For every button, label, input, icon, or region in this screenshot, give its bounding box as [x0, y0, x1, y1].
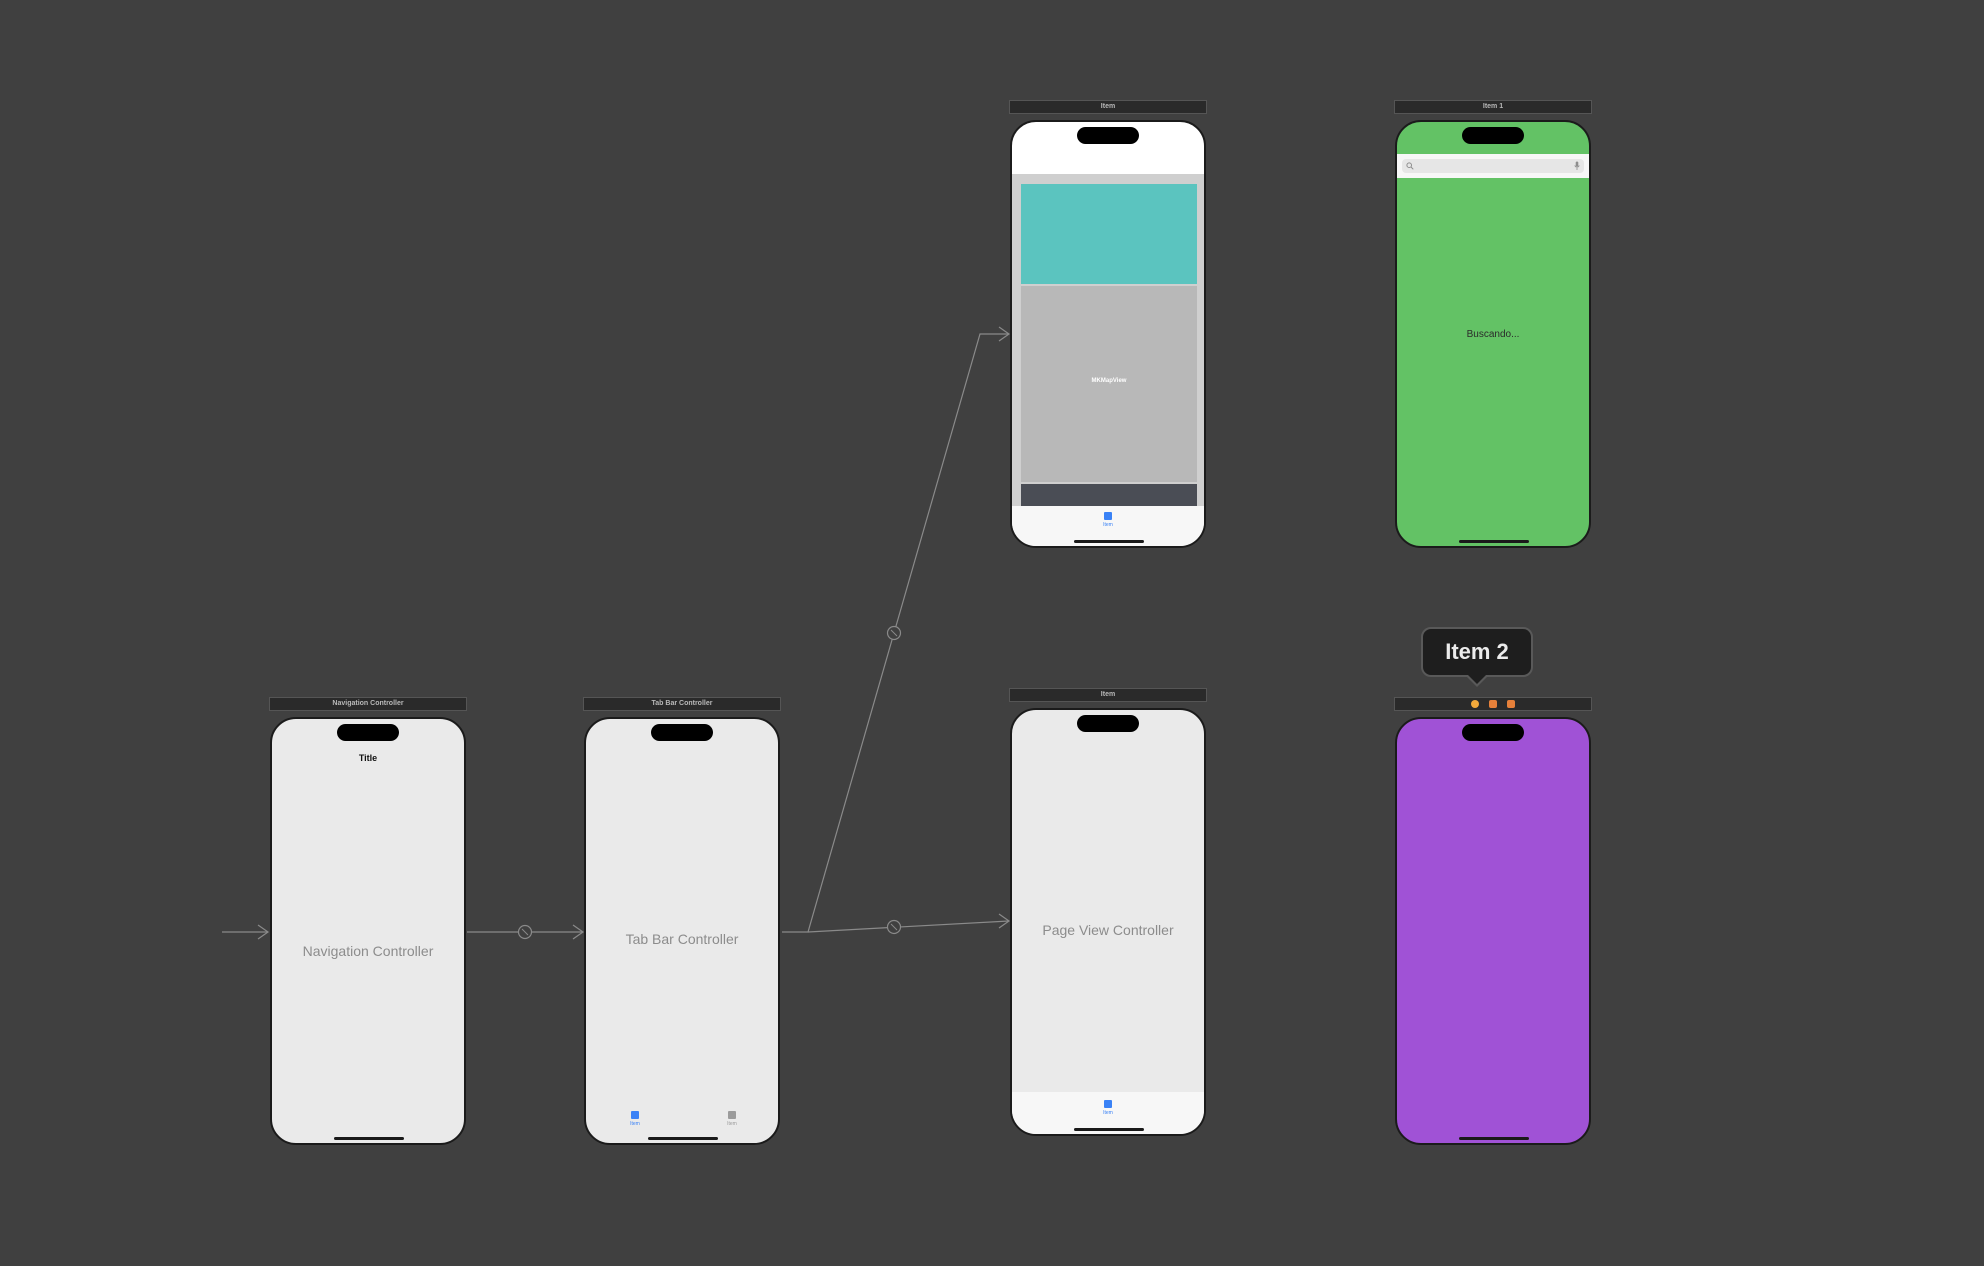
home-indicator: [334, 1137, 404, 1140]
dynamic-island: [1462, 724, 1524, 741]
home-indicator: [1459, 540, 1529, 543]
tab-item-1[interactable]: Item: [615, 1111, 655, 1127]
dynamic-island: [651, 724, 713, 741]
tab-item-label: Item: [630, 1121, 640, 1127]
scene-title: Item: [1100, 691, 1116, 698]
home-indicator: [1074, 540, 1144, 543]
scene-bar-navigation-controller[interactable]: Navigation Controller: [269, 697, 467, 711]
tab-item-label: Item: [727, 1121, 737, 1127]
tab-item-2[interactable]: Item: [712, 1111, 752, 1127]
tab-item-icon: [728, 1111, 736, 1119]
tab-item-label: Item: [1103, 522, 1113, 528]
map-view[interactable]: MKMapView: [1021, 286, 1197, 482]
tab-item-icon: [1104, 1100, 1112, 1108]
tab-item-icon: [631, 1111, 639, 1119]
scene-title: Item 1: [1482, 103, 1504, 110]
dynamic-island: [337, 724, 399, 741]
scene-title: Tab Bar Controller: [651, 700, 713, 707]
magnifier-icon: [1406, 162, 1414, 170]
microphone-icon[interactable]: [1574, 161, 1580, 171]
scene-placeholder-label: Tab Bar Controller: [625, 931, 739, 947]
search-bar[interactable]: [1397, 154, 1589, 178]
segue-tab-to-pageview: [807, 920, 1010, 933]
status-label: Buscando...: [1466, 329, 1520, 340]
scene-placeholder-label: Page View Controller: [1042, 922, 1174, 938]
first-responder-icon[interactable]: [1489, 700, 1497, 708]
storyboard-canvas[interactable]: Navigation Controller Title Navigation C…: [0, 0, 1984, 1266]
page-view-controller-scene[interactable]: Page View Controller Item: [1010, 708, 1206, 1136]
tab-item-label: Item: [1103, 1110, 1113, 1116]
home-indicator: [1459, 1137, 1529, 1140]
scene-title: Navigation Controller: [332, 700, 404, 707]
map-scene[interactable]: MKMapView Item: [1010, 120, 1206, 548]
scene-bar-tab-bar-controller[interactable]: Tab Bar Controller: [583, 697, 781, 711]
navigation-controller-scene[interactable]: Title Navigation Controller: [270, 717, 466, 1145]
search-field[interactable]: [1402, 159, 1584, 173]
tab-item-icon: [1104, 512, 1112, 520]
tab-item[interactable]: Item: [1088, 1100, 1128, 1116]
dynamic-island: [1077, 715, 1139, 732]
exit-icon[interactable]: [1507, 700, 1515, 708]
tooltip-text: Item 2: [1445, 639, 1509, 664]
bottom-strip-view: [1021, 484, 1197, 506]
dynamic-island: [1077, 127, 1139, 144]
tooltip-arrow: [1468, 675, 1486, 684]
scene-bar-page-view[interactable]: Item: [1009, 688, 1207, 702]
dynamic-island: [1462, 127, 1524, 144]
home-indicator: [1074, 1128, 1144, 1131]
top-color-view: [1021, 184, 1197, 284]
map-view-label: MKMapView: [1091, 378, 1127, 384]
scene-bar-purple[interactable]: [1394, 697, 1592, 711]
scene-bar-search[interactable]: Item 1: [1394, 100, 1592, 114]
scene-placeholder-label: Navigation Controller: [302, 943, 434, 959]
tab-item[interactable]: Item: [1088, 512, 1128, 528]
tab-bar-controller-scene[interactable]: Tab Bar Controller Item Item: [584, 717, 780, 1145]
purple-scene[interactable]: [1395, 717, 1591, 1145]
scene-bar-map[interactable]: Item: [1009, 100, 1207, 114]
tooltip: Item 2: [1421, 627, 1533, 677]
navigation-title: Title: [358, 753, 378, 763]
view-controller-icon[interactable]: [1471, 700, 1479, 708]
scene-title: Item: [1100, 103, 1116, 110]
search-scene[interactable]: Buscando...: [1395, 120, 1591, 548]
home-indicator: [648, 1137, 718, 1140]
